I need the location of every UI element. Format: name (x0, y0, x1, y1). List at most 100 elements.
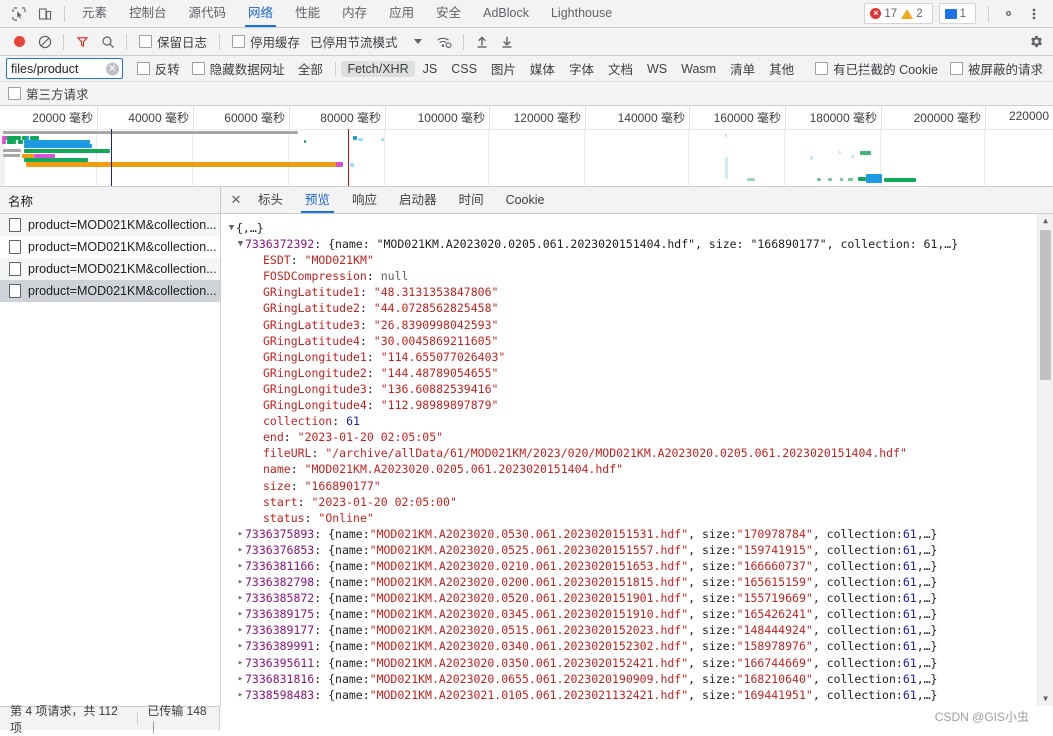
clear-icon[interactable] (32, 31, 57, 53)
tab-timing[interactable]: 时间 (448, 187, 495, 213)
gear-icon[interactable] (995, 2, 1021, 26)
type-filter-js[interactable]: JS (417, 61, 444, 77)
disable-cache-checkbox[interactable]: 停用缓存 (226, 32, 306, 51)
search-icon[interactable] (95, 31, 120, 53)
json-node-collapsed[interactable]: ▸ 7336389991: {name: " MOD021KM.A2023020.0… (227, 638, 1053, 654)
chevron-right-icon[interactable]: ▸ (236, 606, 245, 622)
type-filter-media[interactable]: 媒体 (524, 58, 561, 79)
tab-security[interactable]: 安全 (425, 0, 472, 27)
chevron-right-icon[interactable]: ▸ (236, 542, 245, 558)
json-node-expanded[interactable]: ▼ 7336372392: {name: "MOD021KM.A2023020.… (227, 236, 1053, 252)
gear-icon[interactable] (1024, 31, 1049, 53)
device-toolbar-icon[interactable] (32, 2, 58, 26)
chevron-right-icon[interactable]: ▸ (236, 558, 245, 574)
json-key: ESDT (263, 253, 291, 268)
chevron-right-icon[interactable]: ▸ (236, 703, 245, 707)
vertical-scrollbar[interactable]: ▲ ▼ (1037, 214, 1053, 706)
tab-lighthouse[interactable]: Lighthouse (540, 0, 623, 27)
tab-elements[interactable]: 元素 (71, 0, 118, 27)
scrollbar-thumb[interactable] (1040, 230, 1051, 380)
json-value: "114.655077026403" (380, 349, 506, 364)
json-node-collapsed[interactable]: ▸ 7336831816: {name: " MOD021KM.A2023020.0… (227, 671, 1053, 687)
inspect-cursor-icon[interactable] (6, 2, 32, 26)
type-filter-doc[interactable]: 文档 (602, 58, 639, 79)
json-node-collapsed[interactable]: ▸ 7336376853: {name: " MOD021KM.A2023020.0… (227, 542, 1053, 558)
tab-sources[interactable]: 源代码 (178, 0, 238, 27)
tab-preview[interactable]: 预览 (294, 187, 341, 213)
clear-input-icon[interactable]: ✕ (105, 62, 119, 75)
wifi-settings-icon[interactable] (432, 31, 457, 53)
json-root-line[interactable]: ▼ {,…} (227, 220, 1053, 236)
throttling-select[interactable]: 已停用节流模式 (306, 32, 398, 51)
blocked-cookies-checkbox[interactable]: 有已拦截的 Cookie (809, 59, 944, 78)
chevron-down-icon[interactable] (413, 39, 422, 44)
json-node-collapsed[interactable]: ▸ 7336395611: {name: " MOD021KM.A2023020.0… (227, 655, 1053, 671)
invert-checkbox[interactable]: 反转 (131, 59, 186, 78)
chevron-right-icon[interactable]: ▸ (236, 671, 245, 687)
issues-counter[interactable]: × 17 2 (864, 3, 933, 24)
json-key: fileURL (263, 446, 312, 461)
type-filter-manifest[interactable]: 清单 (724, 58, 761, 79)
json-node-collapsed[interactable]: ▸ 7336382798: {name: " MOD021KM.A2023020.0… (227, 574, 1053, 590)
json-node-collapsed[interactable]: ▸ 7336385872: {name: " MOD021KM.A2023020.0… (227, 590, 1053, 606)
chevron-right-icon[interactable]: ▸ (236, 574, 245, 590)
tab-adblock[interactable]: AdBlock (472, 0, 540, 27)
messages-counter[interactable]: 1 (938, 3, 976, 24)
scroll-up-icon[interactable]: ▲ (1038, 214, 1053, 228)
import-har-icon[interactable] (470, 31, 495, 53)
filter-input-wrapper[interactable]: ✕ (6, 58, 123, 79)
tab-application[interactable]: 应用 (378, 0, 425, 27)
type-filter-img[interactable]: 图片 (485, 58, 522, 79)
close-icon[interactable]: ✕ (225, 189, 247, 211)
json-node-collapsed[interactable]: ▸ 7336389177: {name: " MOD021KM.A2023020.0… (227, 622, 1053, 638)
type-filter-all[interactable]: 全部 (292, 58, 329, 79)
tab-response[interactable]: 响应 (341, 187, 388, 213)
json-node-collapsed[interactable]: ▸ 7336381166: {name: " MOD021KM.A2023020.0… (227, 558, 1053, 574)
json-node-collapsed[interactable]: ▸ 7336375893: {name: " MOD021KM.A2023020.0… (227, 526, 1053, 542)
chevron-right-icon[interactable]: ▸ (236, 622, 245, 638)
blocked-requests-checkbox[interactable]: 被屏蔽的请求 (944, 59, 1049, 78)
json-collection: 61 (902, 591, 917, 606)
json-node-collapsed[interactable]: ▸ 7336389175: {name: " MOD021KM.A2023020.0… (227, 606, 1053, 622)
network-overview[interactable]: 20000 毫秒 40000 毫秒 60000 毫秒 80000 毫秒 1000… (0, 106, 1053, 187)
search-input[interactable] (11, 61, 118, 76)
status-divider (137, 712, 139, 725)
tab-headers[interactable]: 标头 (247, 187, 294, 213)
type-filter-ws[interactable]: WS (641, 61, 673, 77)
tab-initiator[interactable]: 启动器 (388, 187, 448, 213)
json-preview[interactable]: ▼ {,…} ▼ 7336372392: {name: "MOD021KM.A2… (221, 214, 1053, 706)
chevron-right-icon[interactable]: ▸ (236, 638, 245, 654)
chevron-right-icon[interactable]: ▸ (236, 590, 245, 606)
tab-performance[interactable]: 性能 (284, 0, 331, 27)
preserve-log-checkbox[interactable]: 保留日志 (133, 32, 213, 51)
chevron-right-icon[interactable]: ▸ (236, 526, 245, 542)
third-party-checkbox[interactable]: 第三方请求 (8, 84, 95, 103)
toolbar-divider (462, 33, 464, 50)
record-button[interactable] (7, 31, 32, 53)
type-filter-fetch-xhr[interactable]: Fetch/XHR (341, 60, 415, 77)
type-filter-other[interactable]: 其他 (763, 58, 800, 79)
chevron-right-icon[interactable]: ▸ (236, 655, 245, 671)
json-node-collapsed[interactable]: ▸ 7338598483: {name: " MOD021KM.A2023021.0… (227, 687, 1053, 703)
export-har-icon[interactable] (495, 31, 520, 53)
request-list-header[interactable]: 名称 (0, 187, 220, 214)
scroll-down-icon[interactable]: ▼ (1038, 692, 1053, 706)
tab-console[interactable]: 控制台 (118, 0, 178, 27)
chevron-down-icon[interactable]: ▼ (227, 220, 236, 236)
chevron-down-icon[interactable]: ▼ (236, 236, 245, 252)
table-row[interactable]: product=MOD021KM&collection... (0, 214, 220, 236)
type-filter-wasm[interactable]: Wasm (675, 61, 722, 77)
chevron-right-icon[interactable]: ▸ (236, 687, 245, 703)
hide-data-urls-checkbox[interactable]: 隐藏数据网址 (186, 59, 291, 78)
table-row[interactable]: product=MOD021KM&collection... (0, 280, 220, 302)
json-node-collapsed[interactable]: ▸7338599381: {name: "MOD021KM.A2023021.0… (227, 703, 1053, 706)
table-row[interactable]: product=MOD021KM&collection... (0, 258, 220, 280)
tab-memory[interactable]: 内存 (331, 0, 378, 27)
type-filter-font[interactable]: 字体 (563, 58, 600, 79)
filter-funnel-icon[interactable] (70, 31, 95, 53)
tab-network[interactable]: 网络 (237, 0, 284, 27)
kebab-menu-icon[interactable] (1021, 2, 1047, 26)
tab-cookies[interactable]: Cookie (495, 187, 556, 213)
table-row[interactable]: product=MOD021KM&collection... (0, 236, 220, 258)
type-filter-css[interactable]: CSS (445, 61, 483, 77)
